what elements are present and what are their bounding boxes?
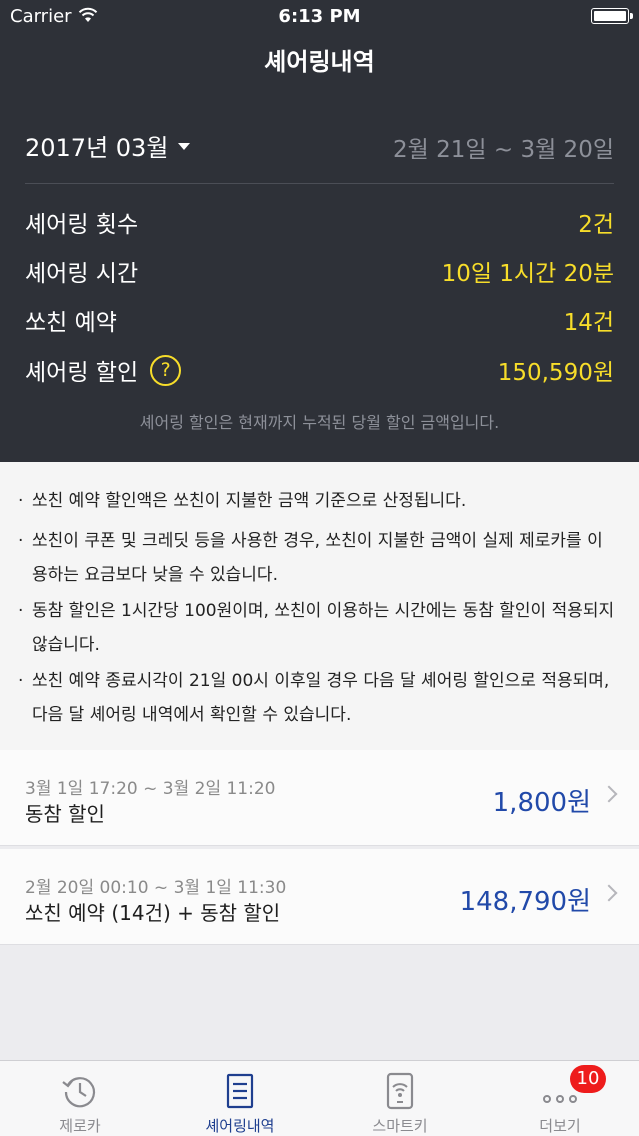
bullet: · [18,671,24,691]
record-amount: 148,790원 [459,887,591,917]
discount-note: 셰어링 할인은 현재까지 누적된 당월 할인 금액입니다. [139,413,500,432]
tab-label: 셰어링내역 [205,1117,275,1135]
record-time: 2월 20일 00:10 ~ 3월 1일 11:30 [25,878,287,898]
tab-label: 스마트키 [372,1117,428,1135]
stat-label: 셰어링 횟수 [25,212,139,238]
clock: 6:13 PM [278,6,361,27]
record-amount: 1,800원 [492,788,591,818]
history-clock-icon [62,1077,96,1108]
stat-label: 쏘친 예약 [25,310,117,336]
bullet: · [18,601,24,621]
stat-row-discount: 셰어링 할인 ? 150,590원 [25,350,614,390]
month-selector[interactable]: 2017년 03월 [25,128,191,163]
stat-label: 셰어링 시간 [25,261,139,287]
record-time: 3월 1일 17:20 ~ 3월 2일 11:20 [25,779,276,799]
stat-label: 셰어링 할인 [25,360,139,386]
month-label: 2017년 03월 [25,134,169,162]
info-item: · 쏘친이 쿠폰 및 크레딧 등을 사용한 경우, 쏘친이 지불한 금액이 실제… [18,524,618,592]
smart-key-icon [386,1072,414,1110]
stat-row-time: 셰어링 시간 10일 1시간 20분 [25,251,614,291]
divider [25,183,614,184]
stat-row-count: 셰어링 횟수 2건 [25,202,614,242]
stat-value: 150,590원 [497,360,614,386]
record-title: 쏘친 예약 (14건) + 동참 할인 [25,901,281,925]
tab-smart-key[interactable]: 스마트키 [320,1061,480,1136]
chevron-right-icon [600,785,618,803]
summary-panel: Carrier 6:13 PM 셰어링내역 2017년 03월 2월 21일 ~… [0,0,639,462]
page-title: 셰어링내역 [264,48,375,76]
record-title: 동참 할인 [25,802,105,826]
bullet: · [18,491,24,511]
info-text: 쏘친 예약 종료시각이 21일 00시 이후일 경우 다음 달 셰어링 할인으로… [32,671,610,725]
record-row[interactable]: 2월 20일 00:10 ~ 3월 1일 11:30 쏘친 예약 (14건) +… [0,849,639,945]
info-item: · 쏘친 예약 할인액은 쏘친이 지불한 금액 기준으로 산정됩니다. [18,484,618,518]
stat-label-wrap: 셰어링 할인 ? [25,353,182,387]
stat-value: 2건 [578,212,614,238]
info-list: · 쏘친 예약 할인액은 쏘친이 지불한 금액 기준으로 산정됩니다. · 쏘친… [0,462,639,750]
stat-value: 14건 [563,310,614,336]
tab-zerocar[interactable]: 제로카 [0,1061,160,1136]
info-text: 동참 할인은 1시간당 100원이며, 쏘친이 이용하는 시간에는 동참 할인이… [32,601,615,655]
info-text: 쏘친 예약 할인액은 쏘친이 지불한 금액 기준으로 산정됩니다. [32,491,467,511]
status-bar: Carrier 6:13 PM [0,0,639,32]
stat-row-reservation: 쏘친 예약 14건 [25,300,614,340]
chevron-right-icon [600,884,618,902]
document-list-icon [226,1073,254,1109]
tab-bar: 제로카 셰어링내역 스마트키 10 더보기 [0,1060,639,1136]
battery-icon [591,8,633,24]
info-item: · 동참 할인은 1시간당 100원이며, 쏘친이 이용하는 시간에는 동참 할… [18,594,618,662]
stat-value: 10일 1시간 20분 [441,261,614,287]
tab-label: 더보기 [539,1117,581,1135]
bullet: · [18,531,24,551]
notification-badge: 10 [570,1065,606,1093]
tab-more[interactable]: 10 더보기 [480,1061,639,1136]
tab-label: 제로카 [59,1117,101,1135]
tab-sharing-history[interactable]: 셰어링내역 [160,1061,320,1136]
period-range: 2월 21일 ~ 3월 20일 [393,137,614,163]
info-item: · 쏘친 예약 종료시각이 21일 00시 이후일 경우 다음 달 셰어링 할인… [18,664,618,732]
record-row[interactable]: 3월 1일 17:20 ~ 3월 2일 11:20 동참 할인 1,800원 [0,750,639,846]
help-icon[interactable]: ? [150,354,182,386]
caret-down-icon [178,143,191,150]
info-text: 쏘친이 쿠폰 및 크레딧 등을 사용한 경우, 쏘친이 지불한 금액이 실제 제… [32,531,603,585]
